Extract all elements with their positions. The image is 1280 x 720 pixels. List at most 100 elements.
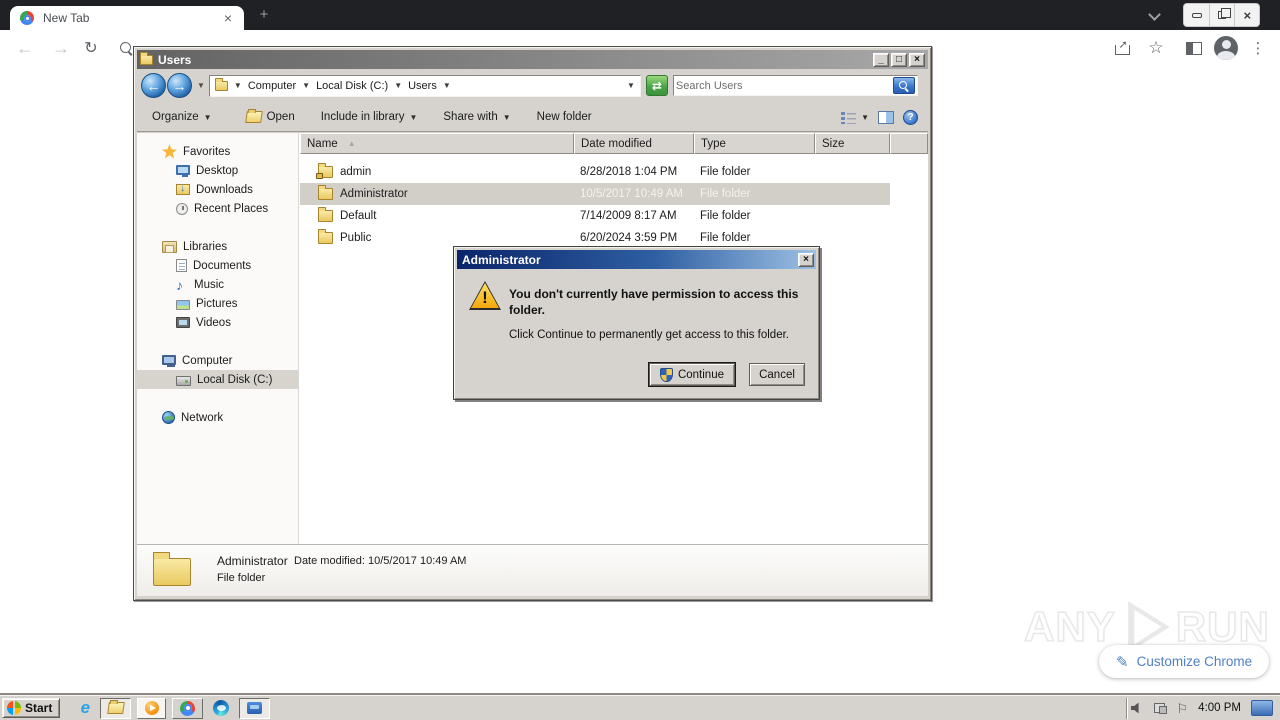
sidebar-item-local-disk-c[interactable]: Local Disk (C:) [137,370,298,389]
nav-history-chevron-icon[interactable]: ▼ [197,81,205,90]
start-button[interactable]: Start [2,698,61,718]
bookmark-star-icon[interactable]: ☆ [1144,30,1168,66]
file-row-admin[interactable]: admin 8/28/2018 1:04 PM File folder [300,161,928,183]
nav-forward-button[interactable]: → [167,73,192,98]
breadcrumb-chevron-icon[interactable]: ▼ [394,81,402,90]
file-row-administrator[interactable]: Administrator 10/5/2017 10:49 AM File fo… [300,183,890,205]
navigation-pane: Favorites Desktop Downloads Recent Place… [137,133,299,544]
share-with-menu[interactable]: Share with ▼ [443,111,510,123]
taskbar-edge-icon[interactable] [209,698,233,719]
lock-emblem-icon [316,173,323,179]
change-view-button[interactable]: ▼ [841,110,869,124]
sidebar-item-pictures[interactable]: Pictures [137,294,298,313]
customize-chrome-button[interactable]: ✎ Customize Chrome [1099,645,1270,678]
blue-app-icon [247,702,263,714]
sidebar-item-documents[interactable]: Documents [137,256,298,275]
refresh-button[interactable]: ⇄ [645,75,668,96]
action-center-flag-icon[interactable]: ⚐ [1177,702,1189,715]
column-header-type[interactable]: Type [694,133,815,154]
explorer-titlebar[interactable]: Users _ □ × [137,50,928,69]
uac-shield-icon [659,367,673,382]
breadcrumb-local-disk[interactable]: Local Disk (C:) [316,80,388,92]
browser-back-icon[interactable]: ← [14,30,36,66]
sidebar-item-libraries[interactable]: Libraries [137,237,298,256]
new-folder-button[interactable]: New folder [537,111,592,123]
chrome-favicon-icon [20,11,34,25]
sidebar-item-network[interactable]: Network [137,408,298,427]
nav-back-button[interactable]: ← [141,73,166,98]
breadcrumb-computer[interactable]: Computer [248,80,296,92]
column-header-size[interactable]: Size [815,133,890,154]
sidebar-item-recent-places[interactable]: Recent Places [137,199,298,218]
sidebar-item-videos[interactable]: Videos [137,313,298,332]
explorer-minimize-button[interactable]: _ [873,52,889,67]
videos-icon [176,317,190,328]
network-icon [162,411,175,424]
window-restore-button[interactable] [1209,4,1234,26]
browser-menu-kebab-icon[interactable]: ⋮ [1248,30,1268,66]
share-icon[interactable] [1110,30,1134,66]
sidebar-item-music[interactable]: ♪ Music [137,275,298,294]
taskbar-explorer-button[interactable] [100,697,132,719]
breadcrumb[interactable]: ▼ Computer ▼ Local Disk (C:) ▼ Users ▼ ▼ [208,74,641,97]
breadcrumb-chevron-icon[interactable]: ▼ [443,81,451,90]
folder-icon [318,207,333,222]
dialog-heading: You don't currently have permission to a… [509,287,799,317]
browser-tab[interactable]: New Tab × [10,6,244,30]
taskbar: Start e ⚐ 4:00 PM [0,695,1280,720]
tab-search-chevron-icon[interactable] [1150,9,1160,19]
permission-dialog: Administrator × You don't currently have… [453,246,820,400]
column-header-name[interactable]: Name ▲ [300,133,574,154]
open-button[interactable]: Open [244,111,295,123]
browser-reload-icon[interactable]: ↻ [80,30,102,66]
preview-pane-icon[interactable] [878,110,894,124]
window-minimize-button[interactable] [1184,4,1209,26]
file-row-default[interactable]: Default 7/14/2009 8:17 AM File folder [300,205,928,227]
volume-icon[interactable] [1130,702,1139,714]
cancel-button[interactable]: Cancel [749,363,805,386]
taskbar-ie-icon[interactable]: e [72,698,98,719]
clock[interactable]: 4:00 PM [1198,702,1241,714]
details-pane: Administrator Date modified: 10/5/2017 1… [137,544,928,596]
views-icon [841,110,857,124]
explorer-close-button[interactable]: × [909,52,925,67]
sidebar-item-downloads[interactable]: Downloads [137,180,298,199]
include-in-library-menu[interactable]: Include in library ▼ [321,111,418,123]
dialog-titlebar[interactable]: Administrator × [457,250,816,269]
breadcrumb-chevron-icon[interactable]: ▼ [302,81,310,90]
show-desktop-button[interactable] [1251,700,1273,716]
search-input[interactable] [675,79,893,92]
list-header: Name ▲ Date modified Type Size [300,133,928,154]
taskbar-media-player-button[interactable] [137,697,167,719]
side-panel-icon[interactable] [1182,30,1206,66]
taskbar-chrome-button[interactable] [172,697,204,719]
help-icon[interactable]: ? [903,109,918,125]
breadcrumb-users[interactable]: Users [408,80,437,92]
folder-icon [316,163,333,179]
profile-avatar-icon[interactable] [1212,30,1240,66]
dialog-close-button[interactable]: × [798,252,814,267]
folder-icon [318,185,333,200]
taskbar-blue-app-button[interactable] [239,697,271,719]
continue-button[interactable]: Continue [647,362,737,387]
sidebar-item-computer[interactable]: Computer [137,351,298,370]
window-close-button[interactable]: × [1234,4,1259,26]
windows-logo-icon [7,701,21,715]
search-box[interactable] [672,75,918,96]
address-dropdown-chevron-icon[interactable]: ▼ [627,81,635,90]
documents-icon [176,259,187,272]
new-tab-button[interactable]: + [256,7,272,23]
network-tray-icon[interactable] [1153,702,1167,714]
browser-window-controls: × [1183,3,1260,27]
explorer-maximize-button[interactable]: □ [891,52,907,67]
breadcrumb-chevron-icon[interactable]: ▼ [234,81,242,90]
sidebar-item-desktop[interactable]: Desktop [137,161,298,180]
column-header-date-modified[interactable]: Date modified [574,133,694,154]
tab-close-icon[interactable]: × [220,10,236,26]
search-go-button[interactable] [892,77,915,94]
pictures-icon [176,299,190,310]
sidebar-item-favorites[interactable]: Favorites [137,142,298,161]
explorer-command-bar: Organize ▼ Open Include in library ▼ Share… [137,103,928,132]
browser-forward-icon[interactable]: → [50,30,72,66]
organize-menu[interactable]: Organize ▼ [152,111,212,123]
